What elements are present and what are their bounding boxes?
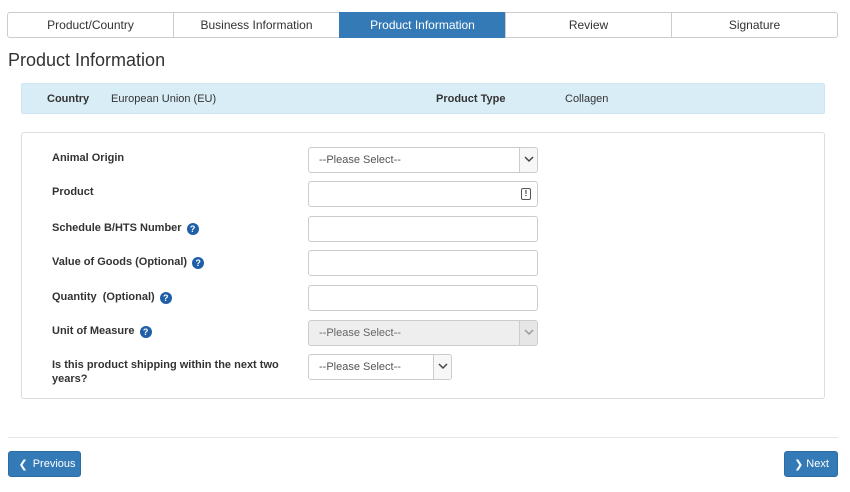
summary-bar: Country European Union (EU) Product Type… xyxy=(21,83,825,114)
country-value: European Union (EU) xyxy=(111,93,217,105)
quantity-label: Quantity (Optional) xyxy=(52,291,155,303)
chevron-down-icon xyxy=(519,148,537,172)
animal-origin-value: --Please Select-- xyxy=(319,154,401,166)
wizard-steps: Product/Country Business Information Pro… xyxy=(7,12,838,38)
chevron-down-icon xyxy=(433,355,451,379)
help-icon[interactable]: ? xyxy=(192,257,205,269)
shipping-within-label-line1: Is this product shipping within the next… xyxy=(52,359,279,371)
animal-origin-label: Animal Origin xyxy=(52,152,125,164)
unit-of-measure-select[interactable]: --Please Select-- xyxy=(308,320,538,346)
step-review[interactable]: Review xyxy=(505,12,672,38)
shipping-within-label-line2: years? xyxy=(52,373,88,385)
shipping-within-value: --Please Select-- xyxy=(319,361,401,373)
product-label: Product xyxy=(52,186,94,198)
help-icon[interactable]: ? xyxy=(159,292,172,304)
product-input[interactable]: ! xyxy=(308,181,538,207)
next-button-label: Next xyxy=(806,458,829,470)
unit-of-measure-label: Unit of Measure xyxy=(52,325,135,337)
chevron-down-icon xyxy=(519,321,537,345)
schedule-b-label: Schedule B/HTS Number xyxy=(52,222,182,234)
help-icon[interactable]: ? xyxy=(139,326,152,338)
animal-origin-select[interactable]: --Please Select-- xyxy=(308,147,538,173)
step-product-information[interactable]: Product Information xyxy=(339,12,506,38)
alert-icon: ! xyxy=(521,188,531,200)
step-business-information[interactable]: Business Information xyxy=(173,12,340,38)
value-of-goods-input[interactable] xyxy=(308,250,538,276)
product-type-value: Collagen xyxy=(565,93,609,105)
unit-of-measure-value: --Please Select-- xyxy=(319,327,401,339)
schedule-b-input[interactable] xyxy=(308,216,538,242)
country-label: Country xyxy=(47,93,90,105)
chevron-right-icon: ❯ xyxy=(794,458,804,471)
shipping-within-select[interactable]: --Please Select-- xyxy=(308,354,452,380)
chevron-left-icon: ❮ xyxy=(18,458,28,471)
step-product-country[interactable]: Product/Country xyxy=(7,12,174,38)
next-button[interactable]: ❯ Next xyxy=(784,451,838,477)
value-of-goods-label: Value of Goods (Optional) xyxy=(52,256,188,268)
previous-button-label: Previous xyxy=(32,458,76,470)
previous-button[interactable]: ❮ Previous xyxy=(8,451,81,477)
quantity-input[interactable] xyxy=(308,285,538,311)
footer-divider xyxy=(8,437,838,438)
help-icon[interactable]: ? xyxy=(186,223,199,235)
product-form-panel: Animal Origin --Please Select-- Product … xyxy=(21,132,825,399)
page-title: Product Information xyxy=(8,50,166,70)
step-signature[interactable]: Signature xyxy=(671,12,838,38)
product-type-label: Product Type xyxy=(436,93,506,105)
